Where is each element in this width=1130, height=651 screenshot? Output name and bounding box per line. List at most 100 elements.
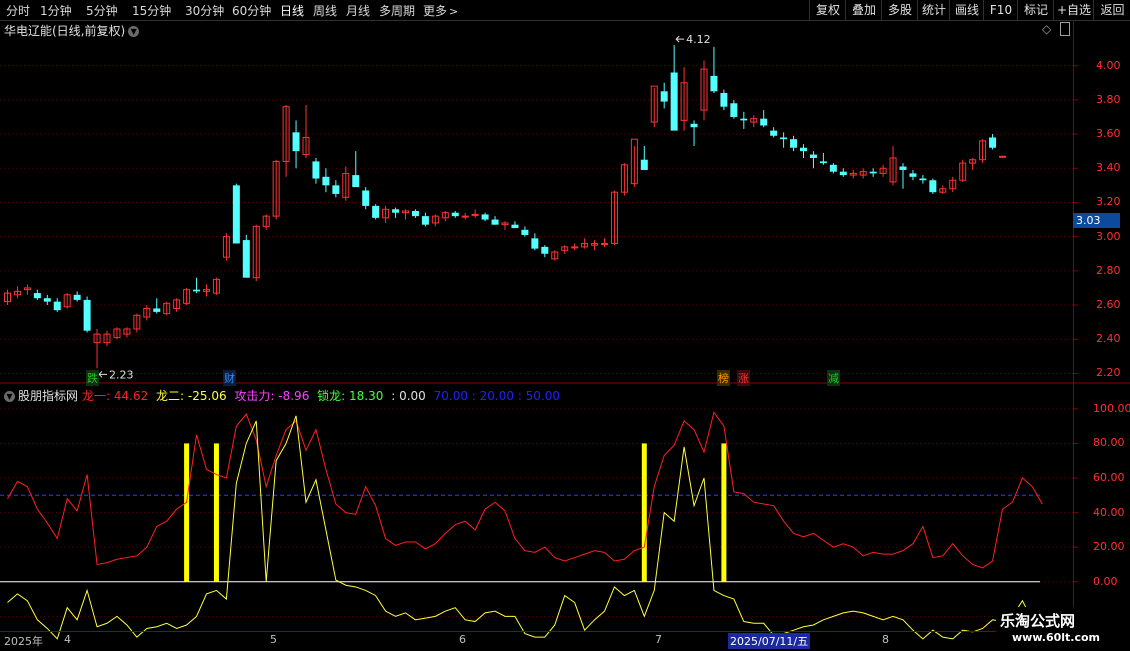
price-tick-label: 3.80 [1096, 92, 1121, 106]
candle-body [839, 171, 847, 176]
candle-body [411, 211, 419, 217]
candle-body [232, 185, 240, 244]
candle-body [730, 103, 738, 117]
candlestick-series [4, 45, 1006, 369]
date-cursor-label: 2025/07/11/五 [728, 633, 811, 649]
indicator-grid [0, 382, 1130, 617]
candle-body [690, 123, 698, 128]
price-tick-label: 2.60 [1096, 298, 1121, 312]
kline-chart[interactable]: 4.12 2.23 [0, 0, 1130, 650]
indicator-values: 龙一: 44.62 龙二: -25.06 攻击力: -8.96 锁龙: 18.3… [82, 387, 564, 404]
candle-body [451, 212, 459, 217]
date-month-4: 4 [64, 633, 71, 646]
marker-finance[interactable]: 财 [223, 370, 236, 386]
marker-fall[interactable]: 跌 [86, 370, 99, 386]
indicator-value-lock: 锁龙: 18.30 [317, 389, 384, 403]
current-price-tag: 3.03 [1073, 213, 1120, 228]
candle-body [670, 72, 678, 131]
indicator-tick-label: 0.00 [1093, 574, 1118, 588]
price-tick-label: 4.00 [1096, 58, 1121, 72]
marker-rise[interactable]: 涨 [737, 370, 750, 386]
candle-body [571, 246, 579, 249]
candle-body [73, 294, 81, 300]
candle-body [83, 299, 91, 331]
candle-body [53, 301, 61, 311]
watermark-url: www.60lt.com [1012, 631, 1101, 644]
candle-body [153, 308, 161, 312]
annotation-label: 4.12 [686, 33, 711, 46]
candle-body [710, 75, 718, 92]
candle-body [531, 238, 539, 249]
indicator-value-levels: 70.00 : 20.00 : 50.00 [433, 389, 561, 403]
candle-body [720, 93, 728, 107]
candle-body [770, 130, 778, 136]
date-month-6: 6 [459, 633, 466, 646]
candle-body [899, 166, 907, 170]
candle-body [491, 219, 499, 225]
indicator-value-long1: 龙一: 44.62 [82, 389, 149, 403]
indicator-name: 股朋指标网 [18, 389, 79, 403]
candle-body [541, 246, 549, 254]
price-tick-label: 3.20 [1096, 195, 1121, 209]
date-month-5: 5 [270, 633, 277, 646]
signal-bar [213, 443, 219, 582]
candle-body [362, 190, 370, 206]
indicator-tick-label: 100.00 [1093, 401, 1130, 415]
annotation-arrow [675, 35, 685, 43]
candle-body [322, 176, 330, 186]
candle-body [521, 229, 529, 235]
candle-body [33, 293, 41, 299]
candle-body [640, 159, 648, 170]
candle-body [312, 161, 320, 179]
candle-body [829, 164, 837, 172]
indicator-tick-label: 60.00 [1093, 471, 1125, 484]
date-year: 2025年 [4, 635, 43, 648]
price-annotations: 4.12 2.23 [98, 33, 711, 381]
candle-body [292, 132, 300, 152]
marker-rank[interactable]: 榜 [717, 370, 730, 386]
marker-reduce[interactable]: 减 [827, 370, 840, 386]
candle-body [511, 224, 519, 229]
candle-body [740, 118, 748, 121]
watermark-name: 乐淘公式网 [1000, 612, 1076, 630]
date-month-7: 7 [655, 633, 662, 646]
candle-body [989, 137, 997, 148]
candle-body [909, 173, 917, 177]
candle-body [919, 178, 927, 181]
candle-body [43, 298, 51, 302]
candle-body [193, 289, 201, 292]
candle-body [819, 161, 827, 164]
candle-body [760, 118, 768, 126]
indicator-tick-label: 40.00 [1093, 505, 1125, 519]
candle-body [242, 240, 250, 278]
price-tick-label: 2.20 [1096, 366, 1121, 380]
price-tick-label: 3.40 [1096, 161, 1121, 175]
price-tick-label: 2.40 [1096, 332, 1121, 346]
annotation-label: 2.23 [109, 368, 134, 381]
candle-body [461, 215, 469, 218]
price-tick-label: 2.80 [1096, 263, 1121, 277]
candle-body [372, 205, 380, 218]
candle-body [660, 91, 668, 102]
candle-body [352, 175, 360, 188]
annotation-arrow [98, 370, 108, 378]
candle-body [929, 180, 937, 193]
chevron-down-icon[interactable]: ▼ [4, 391, 15, 402]
candle-body [392, 209, 400, 213]
candle-body [421, 216, 429, 225]
indicator-series [7, 411, 1043, 640]
indicator-tick-label: 80.00 [1093, 436, 1125, 450]
indicator-line [7, 415, 1043, 640]
candle-body [471, 213, 479, 216]
signal-bar [641, 443, 647, 582]
date-axis: 2025年 4 5 6 7 2025/07/11/五 8 [0, 631, 1073, 651]
indicator-value-zero: : 0.00 [391, 389, 426, 403]
candle-body [809, 154, 817, 158]
candle-body [780, 137, 788, 140]
indicator-line [7, 411, 1043, 569]
price-grid [0, 65, 1078, 374]
candle-body [999, 155, 1006, 158]
candle-body [790, 139, 798, 148]
indicator-title: ▼ 股朋指标网 [4, 387, 78, 404]
signal-bar [721, 443, 727, 582]
